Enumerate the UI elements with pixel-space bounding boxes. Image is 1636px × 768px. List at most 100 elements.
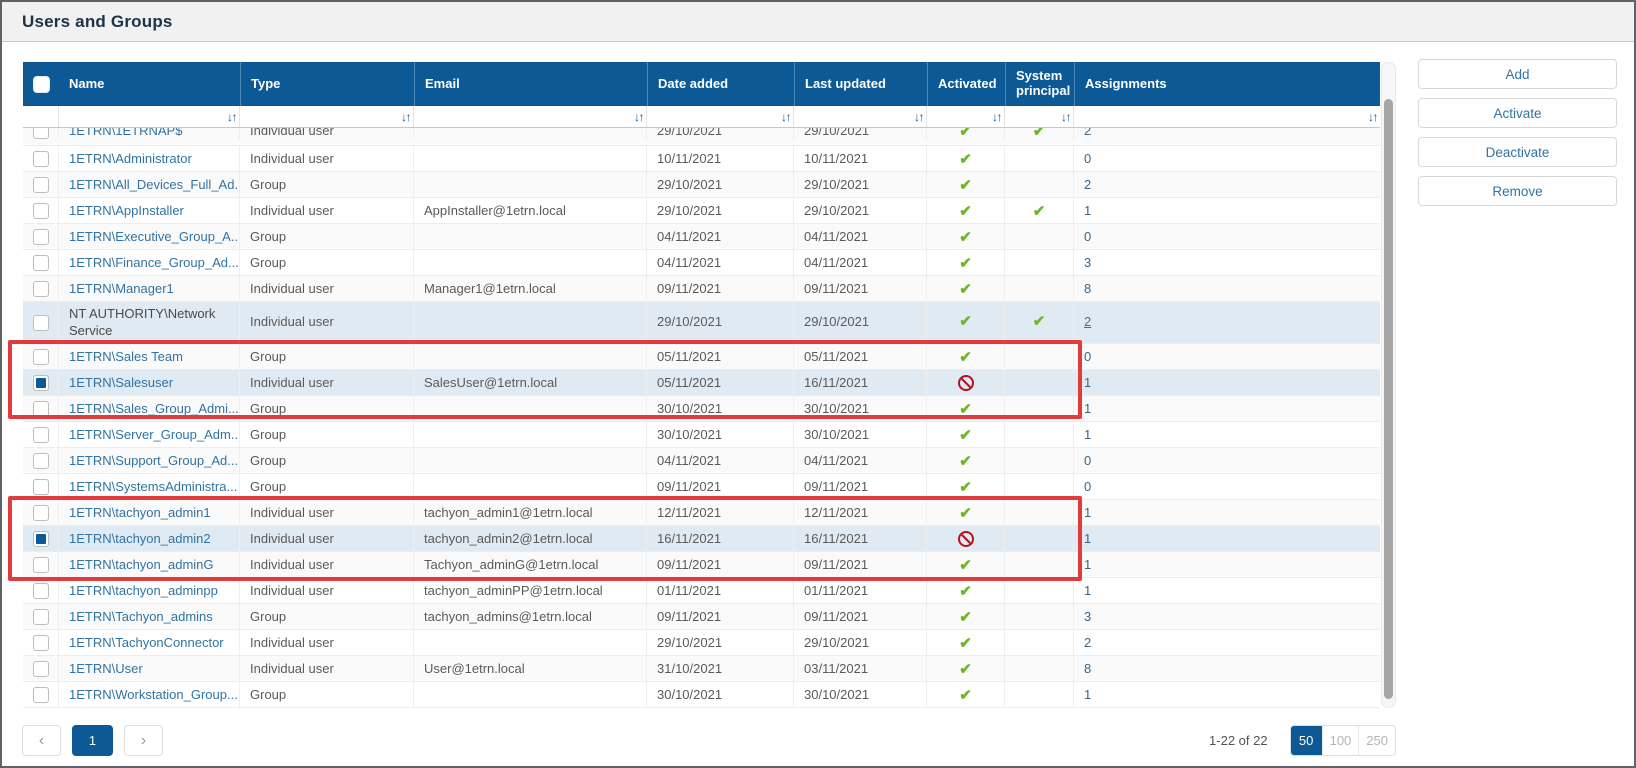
row-checkbox[interactable] (33, 609, 49, 625)
user-name-link[interactable]: 1ETRN\Manager1 (69, 281, 174, 296)
system-principal-cell (1005, 224, 1074, 249)
email-cell (414, 302, 647, 343)
sort-icon[interactable]: ↓↑ (914, 110, 923, 124)
email-cell (414, 146, 647, 171)
user-name-link[interactable]: 1ETRN\Sales Team (69, 349, 183, 364)
name-cell: 1ETRN\SystemsAdministra... (59, 474, 240, 499)
user-name-link[interactable]: 1ETRN\Workstation_Group... (69, 687, 238, 702)
checkbox-cell (23, 604, 59, 629)
filter-input-name[interactable]: ↓↑ (59, 106, 240, 127)
sort-icon[interactable]: ↓↑ (1368, 110, 1377, 124)
assignments-link[interactable]: 2 (1084, 314, 1091, 330)
user-name-link[interactable]: 1ETRN\1ETRNAP$ (69, 128, 182, 138)
activated-cell: ✔ (927, 344, 1005, 369)
row-checkbox[interactable] (33, 255, 49, 271)
activate-button[interactable]: Activate (1418, 98, 1617, 128)
type-cell: Individual user (240, 526, 414, 551)
activated-cell: ✔ (927, 474, 1005, 499)
activated-cell: ✔ (927, 172, 1005, 197)
row-checkbox[interactable] (33, 453, 49, 469)
row-checkbox[interactable] (33, 687, 49, 703)
row-checkbox[interactable] (33, 427, 49, 443)
column-header-system-principal[interactable]: System principal (1005, 62, 1074, 106)
scrollbar-thumb[interactable] (1384, 99, 1393, 699)
row-checkbox[interactable] (33, 177, 49, 193)
last-updated-cell: 04/11/2021 (794, 448, 927, 473)
vertical-scrollbar[interactable] (1381, 62, 1396, 708)
row-checkbox[interactable] (33, 229, 49, 245)
user-name-link[interactable]: 1ETRN\Server_Group_Adm... (69, 427, 240, 442)
row-checkbox[interactable] (33, 635, 49, 651)
user-name-link[interactable]: 1ETRN\Administrator (69, 151, 192, 166)
sort-icon[interactable]: ↓↑ (992, 110, 1001, 124)
type-cell: Individual user (240, 370, 414, 395)
next-page-button[interactable]: › (124, 725, 163, 756)
prev-page-button[interactable]: ‹ (22, 725, 61, 756)
user-name-link[interactable]: 1ETRN\Finance_Group_Ad... (69, 255, 239, 270)
filter-input-email[interactable]: ↓↑ (414, 106, 647, 127)
activated-cell: ✔ (927, 302, 1005, 343)
user-name-link[interactable]: 1ETRN\tachyon_adminG (69, 557, 214, 572)
page-size-option-250[interactable]: 250 (1358, 726, 1395, 755)
column-header-email[interactable]: Email (414, 62, 647, 106)
user-name-link[interactable]: 1ETRN\All_Devices_Full_Ad... (69, 177, 240, 192)
row-checkbox[interactable] (33, 128, 49, 139)
filter-input-date-added[interactable]: ↓↑ (647, 106, 794, 127)
column-header-date-added[interactable]: Date added (647, 62, 794, 106)
user-name-link[interactable]: 1ETRN\Support_Group_Ad... (69, 453, 238, 468)
sort-icon[interactable]: ↓↑ (401, 110, 410, 124)
row-checkbox[interactable] (33, 661, 49, 677)
filter-input-activated[interactable]: ↓↑ (927, 106, 1005, 127)
row-checkbox[interactable] (33, 557, 49, 573)
user-name-link[interactable]: 1ETRN\Executive_Group_A... (69, 229, 240, 244)
user-name-link[interactable]: 1ETRN\tachyon_adminpp (69, 583, 218, 598)
filter-input-last-updated[interactable]: ↓↑ (794, 106, 927, 127)
user-name-link[interactable]: 1ETRN\tachyon_admin2 (69, 531, 211, 546)
deactivate-button[interactable]: Deactivate (1418, 137, 1617, 167)
user-name-link[interactable]: 1ETRN\Sales_Group_Admi... (69, 401, 239, 416)
remove-button[interactable]: Remove (1418, 176, 1617, 206)
user-name-link[interactable]: 1ETRN\tachyon_admin1 (69, 505, 211, 520)
user-name-link[interactable]: 1ETRN\User (69, 661, 143, 676)
column-header-activated[interactable]: Activated (927, 62, 1005, 106)
row-checkbox[interactable] (33, 281, 49, 297)
user-name-link[interactable]: 1ETRN\TachyonConnector (69, 635, 224, 650)
row-checkbox[interactable] (33, 203, 49, 219)
system-principal-cell: ✔ (1005, 128, 1074, 139)
page-size-option-50[interactable]: 50 (1291, 726, 1322, 755)
user-name-link[interactable]: 1ETRN\Tachyon_admins (69, 609, 213, 624)
filter-input-assignments[interactable]: ↓↑ (1074, 106, 1380, 127)
row-checkbox[interactable] (33, 531, 49, 547)
row-checkbox[interactable] (33, 349, 49, 365)
user-name-link[interactable]: 1ETRN\AppInstaller (69, 203, 184, 218)
row-checkbox[interactable] (33, 479, 49, 495)
user-name-link[interactable]: 1ETRN\SystemsAdministra... (69, 479, 237, 494)
sort-icon[interactable]: ↓↑ (1061, 110, 1070, 124)
column-header-last-updated[interactable]: Last updated (794, 62, 927, 106)
filter-input-system-principal[interactable]: ↓↑ (1005, 106, 1074, 127)
row-checkbox[interactable] (33, 401, 49, 417)
current-page-button[interactable]: 1 (72, 725, 113, 756)
row-checkbox[interactable] (33, 583, 49, 599)
add-button[interactable]: Add (1418, 59, 1617, 89)
system-principal-cell (1005, 526, 1074, 551)
user-name-link[interactable]: 1ETRN\Salesuser (69, 375, 173, 390)
email-cell (414, 422, 647, 447)
page-size-option-100[interactable]: 100 (1322, 726, 1359, 755)
column-header-name[interactable]: Name (59, 62, 240, 106)
row-checkbox[interactable] (33, 505, 49, 521)
date-added-cell: 05/11/2021 (647, 370, 794, 395)
system-principal-cell (1005, 370, 1074, 395)
system-principal-cell: ✔ (1005, 198, 1074, 223)
sort-icon[interactable]: ↓↑ (634, 110, 643, 124)
assignments-count: 0 (1084, 479, 1091, 494)
select-all-checkbox[interactable] (33, 76, 50, 93)
column-header-type[interactable]: Type (240, 62, 414, 106)
filter-input-type[interactable]: ↓↑ (240, 106, 414, 127)
row-checkbox[interactable] (33, 315, 49, 331)
sort-icon[interactable]: ↓↑ (781, 110, 790, 124)
column-header-assignments[interactable]: Assignments (1074, 62, 1380, 106)
sort-icon[interactable]: ↓↑ (227, 110, 236, 124)
row-checkbox[interactable] (33, 375, 49, 391)
row-checkbox[interactable] (33, 151, 49, 167)
